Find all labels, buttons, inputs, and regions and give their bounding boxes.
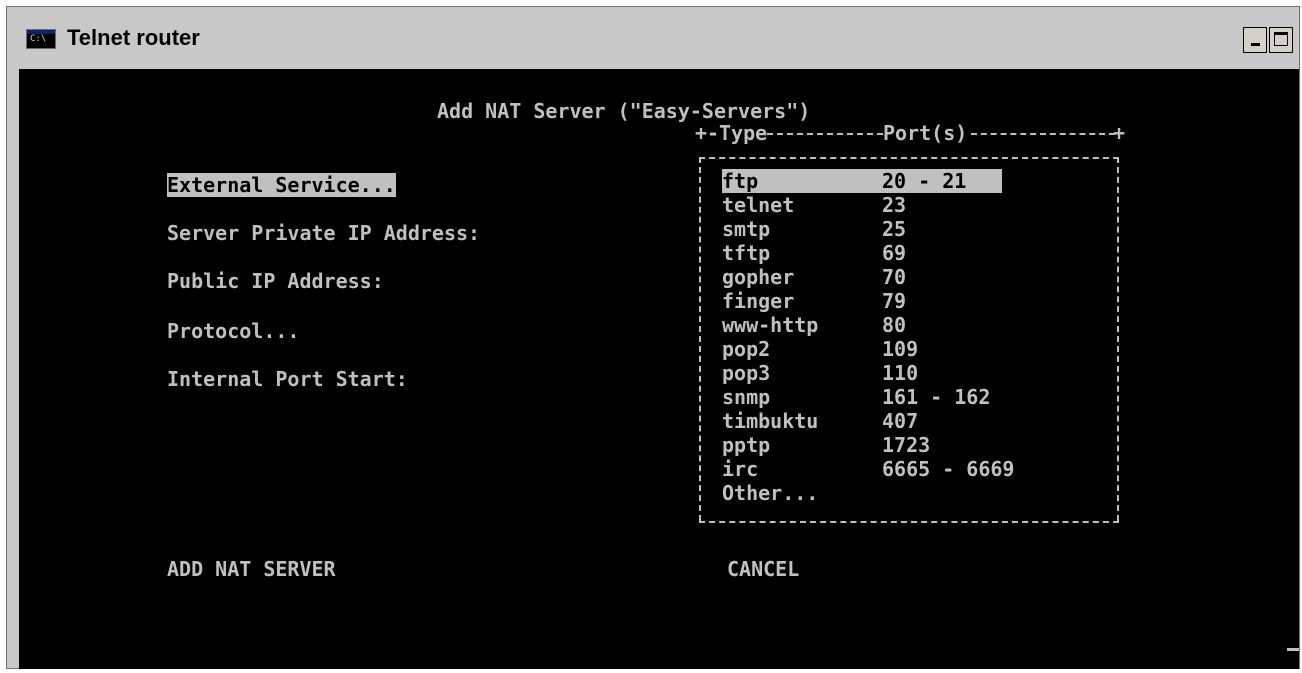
frame-left-rule: [699, 157, 701, 521]
scrollbar-marker[interactable]: [1287, 648, 1299, 651]
frame-header-dash-1: [767, 133, 883, 135]
frame-corner-top-right: +: [1113, 121, 1126, 145]
service-name: www-http: [722, 313, 819, 337]
service-name: telnet: [722, 193, 795, 217]
frame-corner-top-left: +-: [695, 121, 720, 145]
service-name: pptp: [722, 433, 771, 457]
service-name: timbuktu: [722, 409, 819, 433]
frame-bottom-rule: [699, 521, 1119, 523]
service-name: ftp: [722, 169, 759, 193]
service-ports: 23: [882, 193, 907, 217]
service-name: pop2: [722, 337, 771, 361]
maximize-button[interactable]: [1269, 27, 1293, 53]
service-ports: 161 - 162: [882, 385, 991, 409]
service-name: gopher: [722, 265, 795, 289]
service-name: smtp: [722, 217, 771, 241]
add-nat-server-button[interactable]: ADD NAT SERVER: [167, 557, 336, 581]
minimize-button[interactable]: [1243, 27, 1267, 53]
service-name: tftp: [722, 241, 771, 265]
minimize-icon: [1251, 43, 1260, 46]
dialog-heading: Add NAT Server ("Easy-Servers"): [437, 99, 811, 123]
service-name: finger: [722, 289, 795, 313]
public-ip-field[interactable]: Public IP Address:: [167, 269, 384, 293]
telnet-window: C:\ Telnet router Add NAT Server ("Easy-…: [6, 6, 1300, 669]
service-ports: 80: [882, 313, 907, 337]
cancel-button[interactable]: CANCEL: [727, 557, 799, 581]
service-ports: 69: [882, 241, 907, 265]
console-icon-glyph: C:\: [30, 34, 47, 44]
frame-top-rule: [699, 157, 1119, 159]
list-header-ports: Port(s): [883, 121, 968, 145]
console-icon[interactable]: C:\: [26, 29, 56, 49]
service-name: irc: [722, 457, 759, 481]
service-ports: 25: [882, 217, 907, 241]
server-private-ip-field[interactable]: Server Private IP Address:: [167, 221, 480, 245]
maximize-icon: [1274, 32, 1288, 46]
service-ports: 1723: [882, 433, 931, 457]
list-header-type: Type: [719, 121, 768, 145]
title-bar[interactable]: C:\ Telnet router: [7, 7, 1299, 67]
service-ports: 109: [882, 337, 919, 361]
service-name: pop3: [722, 361, 771, 385]
service-ports: 6665 - 6669: [882, 457, 1015, 481]
service-ports: 110: [882, 361, 919, 385]
external-service-field[interactable]: External Service...: [167, 173, 396, 197]
service-name: Other...: [722, 481, 819, 505]
console-area[interactable]: Add NAT Server ("Easy-Servers") +- Type …: [19, 69, 1299, 669]
service-ports: 79: [882, 289, 907, 313]
frame-header-dash-2: [971, 133, 1115, 135]
service-name: snmp: [722, 385, 771, 409]
internal-port-start-field[interactable]: Internal Port Start:: [167, 367, 408, 391]
window-title: Telnet router: [67, 25, 200, 50]
frame-right-rule: [1117, 157, 1119, 521]
service-ports: 407: [882, 409, 919, 433]
service-ports: 70: [882, 265, 907, 289]
service-ports: 20 - 21: [882, 169, 967, 193]
protocol-field[interactable]: Protocol...: [167, 319, 299, 343]
